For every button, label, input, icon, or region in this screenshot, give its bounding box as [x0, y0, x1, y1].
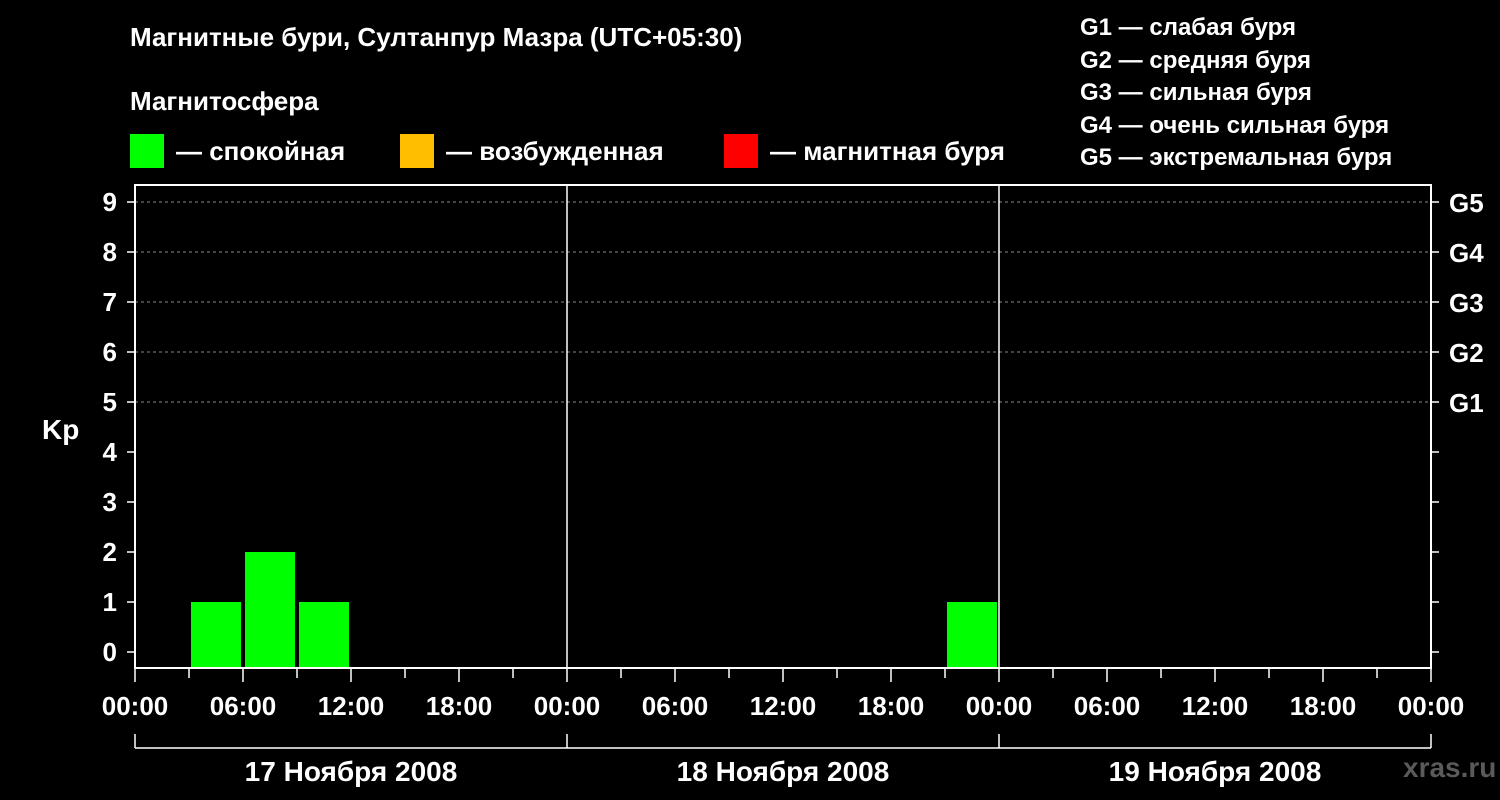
g-level-label: G2 — [1449, 338, 1484, 368]
y-tick-label: 2 — [103, 537, 117, 567]
g-level-label: G3 — [1449, 288, 1484, 318]
x-tick-label: 00:00 — [966, 691, 1033, 721]
watermark: xras.ru — [1403, 752, 1497, 783]
y-tick-label: 5 — [103, 387, 117, 417]
y-tick-label: 1 — [103, 587, 117, 617]
kp-bar — [245, 552, 295, 668]
day-label: 17 Ноября 2008 — [245, 756, 458, 787]
x-tick-label: 06:00 — [1074, 691, 1141, 721]
y-axis-label: Kp — [42, 414, 79, 445]
x-tick-label: 12:00 — [318, 691, 385, 721]
y-tick-label: 6 — [103, 337, 117, 367]
kp-chart: 0 1 2 3 4 5 6 7 8 9 G1 G2 G3 G4 G5 Kp 00:00 06:00 12:00 18:… — [42, 184, 1484, 787]
day-label: 18 Ноября 2008 — [677, 756, 890, 787]
x-tick-label: 06:00 — [642, 691, 709, 721]
y-tick-label: 3 — [103, 487, 117, 517]
x-tick-label: 18:00 — [426, 691, 493, 721]
x-tick-label: 12:00 — [750, 691, 817, 721]
g-level-label: G4 — [1449, 238, 1484, 268]
kp-bar — [299, 602, 349, 668]
x-tick-label: 06:00 — [210, 691, 277, 721]
g-level-label: G1 — [1449, 388, 1484, 418]
x-tick-label: 12:00 — [1182, 691, 1249, 721]
kp-bar — [947, 602, 997, 668]
x-tick-label: 00:00 — [1398, 691, 1465, 721]
y-tick-label: 7 — [103, 287, 117, 317]
y-tick-label: 9 — [103, 187, 117, 217]
y-tick-label: 4 — [103, 437, 118, 467]
y-tick-label: 0 — [103, 637, 117, 667]
kp-bar — [191, 602, 241, 668]
plot-frame — [134, 184, 1432, 669]
x-tick-label: 00:00 — [102, 691, 169, 721]
y-tick-label: 8 — [103, 237, 117, 267]
x-tick-label: 18:00 — [858, 691, 925, 721]
x-tick-label: 18:00 — [1290, 691, 1357, 721]
x-tick-label: 00:00 — [534, 691, 601, 721]
g-level-label: G5 — [1449, 188, 1484, 218]
day-label: 19 Ноября 2008 — [1109, 756, 1322, 787]
